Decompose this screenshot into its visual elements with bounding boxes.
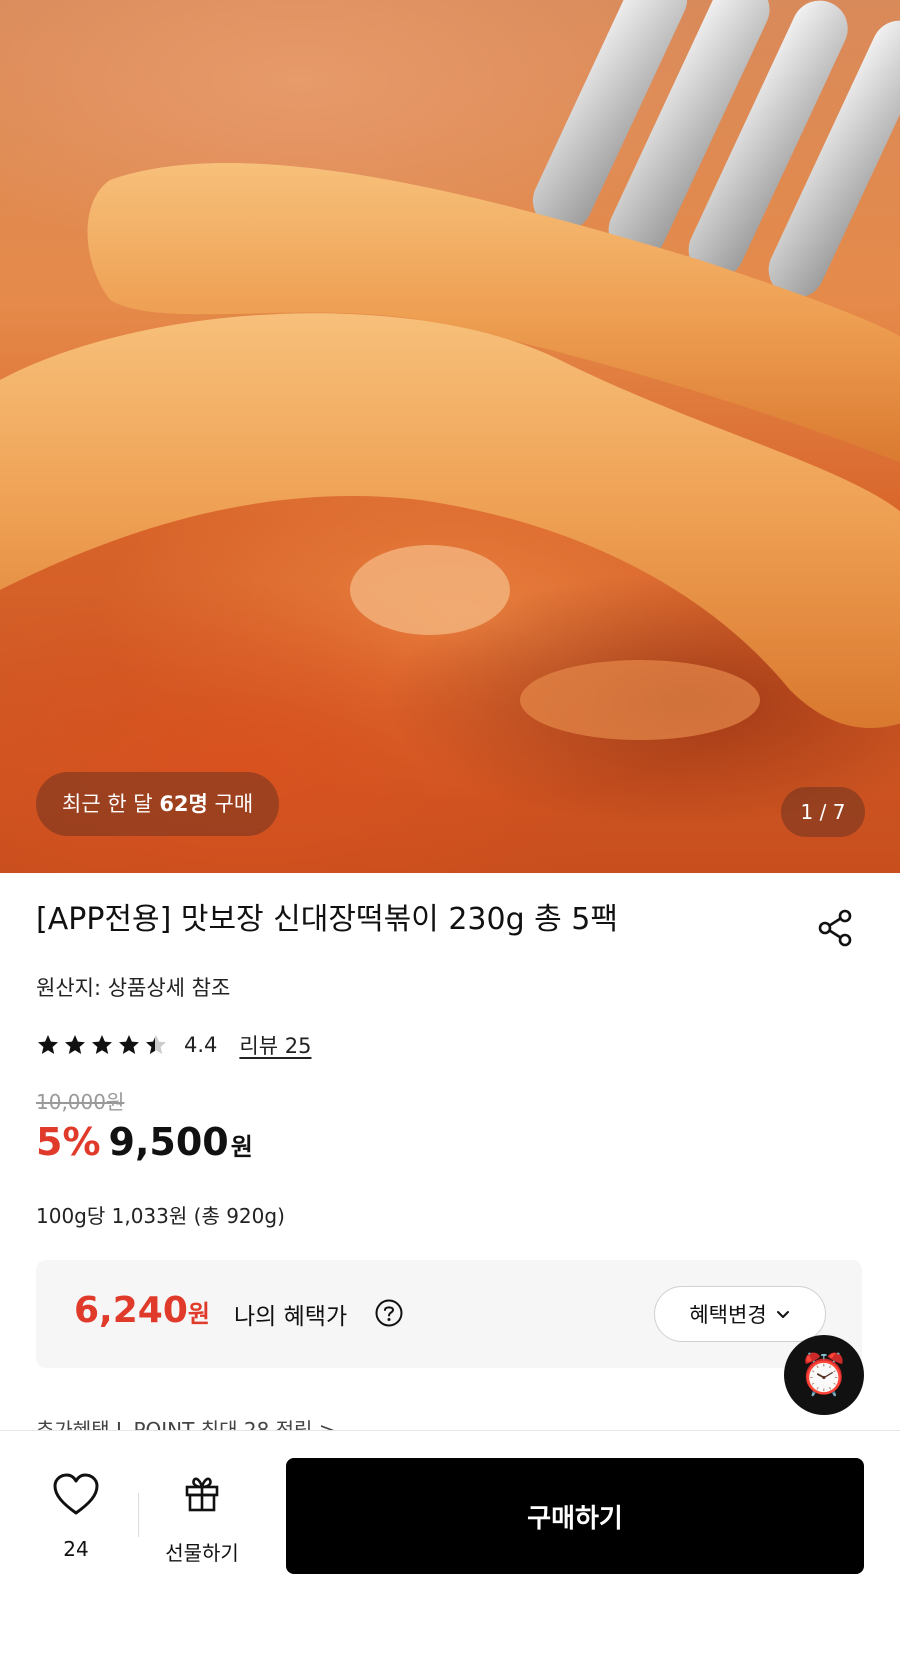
gift-label: 선물하기 bbox=[165, 1541, 239, 1565]
wish-button[interactable]: 24 bbox=[36, 1473, 116, 1573]
benefit-price: 6,240원 bbox=[74, 1290, 210, 1331]
divider bbox=[138, 1493, 139, 1537]
alarm-clock-icon: ⏰ bbox=[799, 1352, 849, 1398]
tteokbokki-illustration bbox=[0, 0, 900, 740]
star-icon bbox=[38, 1035, 58, 1054]
image-counter: 1 / 7 bbox=[781, 787, 865, 837]
rating-row: 4.4 리뷰 25 bbox=[36, 1030, 311, 1060]
heart-icon bbox=[53, 1473, 99, 1515]
recent-purchase-count: 62명 bbox=[159, 792, 208, 816]
benefit-label: 나의 혜택가 bbox=[234, 1304, 348, 1330]
price-row: 5% 9,500 원 bbox=[36, 1120, 253, 1178]
benefit-change-label: 혜택변경 bbox=[689, 1303, 767, 1327]
gift-icon bbox=[185, 1477, 219, 1512]
help-button[interactable] bbox=[374, 1298, 404, 1328]
star-icon bbox=[119, 1035, 139, 1054]
chevron-down-icon bbox=[776, 1311, 789, 1318]
time-deal-button[interactable]: ⏰ bbox=[784, 1335, 864, 1415]
benefit-price-unit: 원 bbox=[187, 1300, 210, 1328]
partial-benefit-row: 추가혜택 L.POINT 최대 28 적립 > bbox=[36, 1418, 336, 1430]
star-rating bbox=[36, 1033, 168, 1057]
benefit-box: 6,240원 나의 혜택가 혜택변경 bbox=[36, 1260, 862, 1368]
benefit-change-button[interactable]: 혜택변경 bbox=[654, 1286, 826, 1342]
review-link[interactable]: 리뷰 25 bbox=[239, 1030, 311, 1060]
help-icon bbox=[375, 1299, 403, 1327]
recent-purchase-suffix: 구매 bbox=[207, 792, 254, 816]
buy-button[interactable]: 구매하기 bbox=[286, 1458, 864, 1574]
wish-count: 24 bbox=[63, 1537, 89, 1561]
product-image[interactable]: 최근 한 달 62명 구매 1 / 7 bbox=[0, 0, 900, 873]
sale-price: 9,500 bbox=[108, 1120, 229, 1164]
benefit-price-value: 6,240 bbox=[74, 1290, 188, 1331]
star-icon bbox=[65, 1035, 85, 1054]
half-star-icon bbox=[146, 1035, 166, 1054]
rating-value: 4.4 bbox=[184, 1033, 218, 1057]
origin-info: 원산지: 상품상세 참조 bbox=[36, 976, 231, 1000]
bottom-action-bar: 24 선물하기 구매하기 bbox=[0, 1430, 900, 1677]
recent-purchase-prefix: 최근 한 달 bbox=[62, 792, 160, 816]
original-price: 10,000원 bbox=[36, 1090, 125, 1114]
gift-button[interactable]: 선물하기 bbox=[150, 1473, 254, 1573]
share-button[interactable] bbox=[814, 906, 858, 950]
recent-purchase-badge: 최근 한 달 62명 구매 bbox=[36, 772, 280, 836]
product-title: [APP전용] 맛보장 신대장떡볶이 230g 총 5팩 bbox=[36, 902, 618, 937]
discount-rate: 5% bbox=[36, 1120, 101, 1164]
unit-price: 100g당 1,033원 (총 920g) bbox=[36, 1204, 285, 1228]
share-icon bbox=[818, 909, 852, 947]
star-icon bbox=[92, 1035, 112, 1054]
price-unit: 원 bbox=[230, 1133, 253, 1161]
